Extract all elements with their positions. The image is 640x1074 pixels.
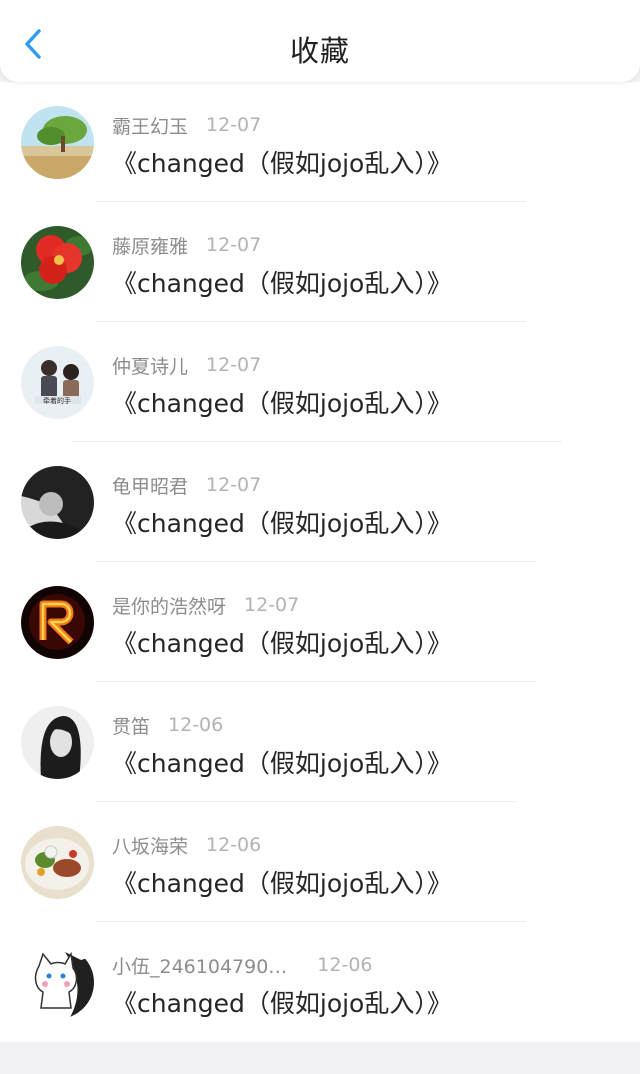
list-item[interactable]: 八坂海荣 12-06 《changed（假如jojo乱入）》 — [0, 802, 640, 922]
avatar[interactable] — [21, 826, 94, 899]
timestamp: 12-06 — [206, 834, 262, 856]
timestamp: 12-07 — [206, 474, 262, 496]
favorites-list: 霸王幻玉 12-07 《changed（假如jojo乱入）》 藤原雍雅 12-0… — [0, 82, 640, 1042]
avatar[interactable] — [21, 106, 94, 179]
work-title[interactable]: 《changed（假如jojo乱入）》 — [112, 504, 452, 540]
list-item[interactable]: 龟甲昭君 12-07 《changed（假如jojo乱入）》 — [0, 442, 640, 562]
timestamp: 12-07 — [244, 594, 300, 616]
user-name[interactable]: 藤原雍雅 — [112, 232, 188, 259]
avatar[interactable] — [21, 946, 94, 1019]
user-name[interactable]: 龟甲昭君 — [112, 472, 188, 499]
timestamp: 12-06 — [168, 714, 224, 736]
work-title[interactable]: 《changed（假如jojo乱入）》 — [112, 264, 452, 300]
timestamp: 12-07 — [206, 114, 262, 136]
list-item[interactable]: 贯笛 12-06 《changed（假如jojo乱入）》 — [0, 682, 640, 802]
timestamp: 12-06 — [317, 954, 373, 976]
avatar[interactable] — [21, 706, 94, 779]
work-title[interactable]: 《changed（假如jojo乱入）》 — [112, 144, 452, 180]
timestamp: 12-07 — [206, 354, 262, 376]
work-title[interactable]: 《changed（假如jojo乱入）》 — [112, 984, 452, 1020]
avatar[interactable] — [21, 226, 94, 299]
user-name[interactable]: 贯笛 — [112, 712, 150, 739]
user-name[interactable]: 八坂海荣 — [112, 832, 188, 859]
list-item[interactable]: 霸王幻玉 12-07 《changed（假如jojo乱入）》 — [0, 82, 640, 202]
user-name[interactable]: 是你的浩然呀 — [112, 592, 226, 619]
avatar[interactable]: 牵着的手 — [21, 346, 94, 419]
user-name[interactable]: 仲夏诗儿 — [112, 352, 188, 379]
list-item[interactable]: 是你的浩然呀 12-07 《changed（假如jojo乱入）》 — [0, 562, 640, 682]
list-item[interactable]: 牵着的手 仲夏诗儿 12-07 《changed（假如jojo乱入）》 — [0, 322, 640, 442]
user-name[interactable]: 霸王幻玉 — [112, 112, 188, 139]
user-name[interactable]: 小伍_246104790… — [112, 952, 287, 979]
timestamp: 12-07 — [206, 234, 262, 256]
work-title[interactable]: 《changed（假如jojo乱入）》 — [112, 744, 452, 780]
work-title[interactable]: 《changed（假如jojo乱入）》 — [112, 624, 452, 660]
list-item[interactable]: 藤原雍雅 12-07 《changed（假如jojo乱入）》 — [0, 202, 640, 322]
avatar[interactable] — [21, 586, 94, 659]
header-bar: 收藏 — [0, 0, 640, 82]
page-title: 收藏 — [289, 34, 350, 68]
avatar[interactable] — [21, 466, 94, 539]
svg-text:牵着的手: 牵着的手 — [43, 396, 71, 405]
list-item[interactable]: 小伍_246104790… 12-06 《changed（假如jojo乱入）》 — [0, 922, 640, 1042]
work-title[interactable]: 《changed（假如jojo乱入）》 — [112, 384, 452, 420]
work-title[interactable]: 《changed（假如jojo乱入）》 — [112, 864, 452, 900]
